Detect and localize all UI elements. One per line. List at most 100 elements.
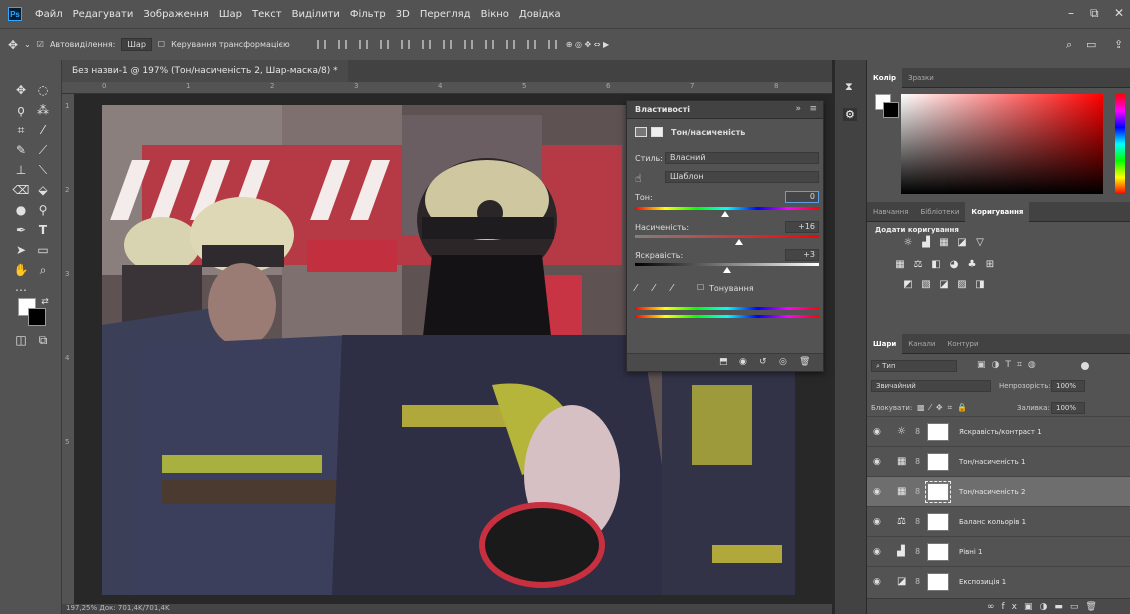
eye-icon[interactable]: ◉ [873,577,885,587]
distribute-bottom-icon[interactable] [484,40,494,49]
menu-window[interactable]: Вікно [476,9,514,20]
brightness-contrast-icon[interactable]: ☼ [901,238,915,248]
lightness-slider-thumb[interactable] [723,267,731,273]
layer-row[interactable]: ◉ ◪ 8 Експозиція 1 [867,566,1130,596]
layer-row[interactable]: ◉ ⚖ 8 Баланс кольорів 1 [867,506,1130,536]
clone-stamp-icon[interactable]: ⊥ [12,162,30,178]
view-previous-icon[interactable]: ◉ [739,357,747,367]
pen-tool-icon[interactable]: ✒ [12,222,30,238]
menu-filter[interactable]: Фільтр [345,9,391,20]
filter-toggle-icon[interactable] [1081,362,1089,370]
collapse-panel-icon[interactable]: » [795,104,801,114]
hand-tool-icon[interactable]: ✋ [12,262,30,278]
zoom-tool-icon[interactable]: ⌕ [34,262,52,278]
saturation-input[interactable]: +16 [785,221,819,233]
clip-to-layer-icon[interactable]: ⬒ [719,357,728,367]
menu-select[interactable]: Виділити [287,9,345,20]
healing-brush-icon[interactable]: ✎ [12,142,30,158]
menu-view[interactable]: Перегляд [415,9,476,20]
chevron-down-icon[interactable]: ⌄ [24,40,31,49]
more-tools-icon[interactable]: ⋯ [12,282,30,298]
channel-dropdown[interactable]: Шаблон [665,171,819,183]
tab-layers[interactable]: Шари [867,333,903,354]
auto-select-dropdown[interactable]: Шар [121,38,152,51]
hue-slider-track[interactable] [635,207,819,210]
align-bottom-icon[interactable] [358,40,368,49]
document-tab[interactable]: Без назви-1 @ 197% (Тон/насиченість 2, Ш… [62,60,348,82]
style-dropdown[interactable]: Власний [665,152,819,164]
lightness-input[interactable]: +3 [785,249,819,261]
distribute-center-icon[interactable] [526,40,536,49]
eyedropper-minus-icon[interactable]: ⁄ [671,283,673,294]
restore-button[interactable]: ⧉ [1090,6,1099,21]
search-icon[interactable]: ⌕ [1066,38,1072,52]
layer-row-selected[interactable]: ◉ ▦ 8 Тон/насиченість 2 [867,476,1130,506]
eyedropper-tool-icon[interactable]: ⁄ [34,122,52,138]
menu-edit[interactable]: Редагувати [68,9,139,20]
invert-icon[interactable]: ◩ [901,280,915,290]
tab-adjustments[interactable]: Коригування [965,201,1030,222]
move-tool-icon[interactable]: ✥ [8,38,18,52]
type-tool-icon[interactable]: T [34,222,52,238]
layer-name[interactable]: Тон/насиченість 1 [959,458,1025,466]
layer-name[interactable]: Яскравість/контраст 1 [959,428,1042,436]
eye-icon[interactable]: ◉ [873,487,885,497]
lasso-tool-icon[interactable]: ϙ [12,102,30,118]
menu-3d[interactable]: 3D [391,9,415,20]
saturation-slider-track[interactable] [635,235,819,238]
screen-mode-icon[interactable]: ⧉ [34,332,52,348]
layer-row[interactable]: ◉ ▟ 8 Рівні 1 [867,536,1130,566]
blend-mode-dropdown[interactable]: Звичайний [871,380,991,392]
distribute-right-icon[interactable] [547,40,557,49]
black-white-icon[interactable]: ◧ [929,260,943,270]
gradient-map-icon[interactable]: ▨ [955,280,969,290]
dodge-tool-icon[interactable]: ⚲ [34,202,52,218]
eyedropper-plus-icon[interactable]: ⁄ [653,283,655,294]
tab-swatches[interactable]: Зразки [902,68,940,88]
curves-icon[interactable]: ▦ [937,238,951,248]
photo-filter-icon[interactable]: ◕ [947,260,961,270]
align-right-icon[interactable] [421,40,431,49]
trash-icon[interactable]: 🗑 [799,357,810,367]
path-select-icon[interactable]: ➤ [12,242,30,258]
vibrance-icon[interactable]: ▽ [973,238,987,248]
workspace-icon[interactable]: ▭ [1086,38,1096,51]
menu-type[interactable]: Текст [247,9,287,20]
background-color-swatch[interactable] [28,308,46,326]
eraser-tool-icon[interactable]: ⌫ [12,182,30,198]
link-icon[interactable]: 8 [915,517,923,526]
exposure-icon[interactable]: ◪ [955,238,969,248]
auto-select-checkbox[interactable]: ☑ [37,40,44,49]
rectangle-tool-icon[interactable]: ▭ [34,242,52,258]
properties-tab[interactable]: Властивості [627,105,698,114]
layer-mask-icon[interactable] [651,127,663,137]
hue-slider-thumb[interactable] [721,211,729,217]
layer-filter-dropdown[interactable]: ⌕ Тип [871,360,957,372]
background-color-chip[interactable] [883,102,899,118]
link-icon[interactable]: 8 [915,487,923,496]
layer-mask-thumbnail[interactable] [927,542,949,561]
layer-name[interactable]: Експозиція 1 [959,578,1006,586]
layers-footer-icons[interactable]: ∞fx▣◑▬▭🗑 [987,602,1104,612]
layer-mask-thumbnail[interactable] [925,480,951,503]
swap-colors-icon[interactable]: ⇄ [36,294,54,310]
menu-help[interactable]: Довідка [514,9,566,20]
menu-file[interactable]: Файл [30,9,68,20]
layer-mask-thumbnail[interactable] [927,512,949,531]
opacity-input[interactable]: 100% [1051,380,1085,392]
properties-panel-icon[interactable]: ⚙ [843,108,857,121]
link-icon[interactable]: 8 [915,547,923,556]
quick-mask-icon[interactable]: ◫ [12,332,30,348]
color-balance-icon[interactable]: ⚖ [911,260,925,270]
layer-filter-icons[interactable]: ▣◑T⌗◍ [977,360,1042,370]
layer-row[interactable]: ◉ ☼ 8 Яскравість/контраст 1 [867,416,1130,446]
colorize-checkbox[interactable]: ☐ [697,283,704,292]
link-icon[interactable]: 8 [915,457,923,466]
layer-mask-thumbnail[interactable] [927,452,949,471]
3d-mode-icons[interactable]: ⊕ ◎ ✥ ⇔ ▶ [566,40,609,49]
link-icon[interactable]: 8 [915,577,923,586]
magic-wand-icon[interactable]: ⁂ [34,102,52,118]
channel-mixer-icon[interactable]: ♣ [965,260,979,270]
align-center-icon[interactable] [400,40,410,49]
targeted-adjust-icon[interactable]: ☝ [635,172,642,185]
